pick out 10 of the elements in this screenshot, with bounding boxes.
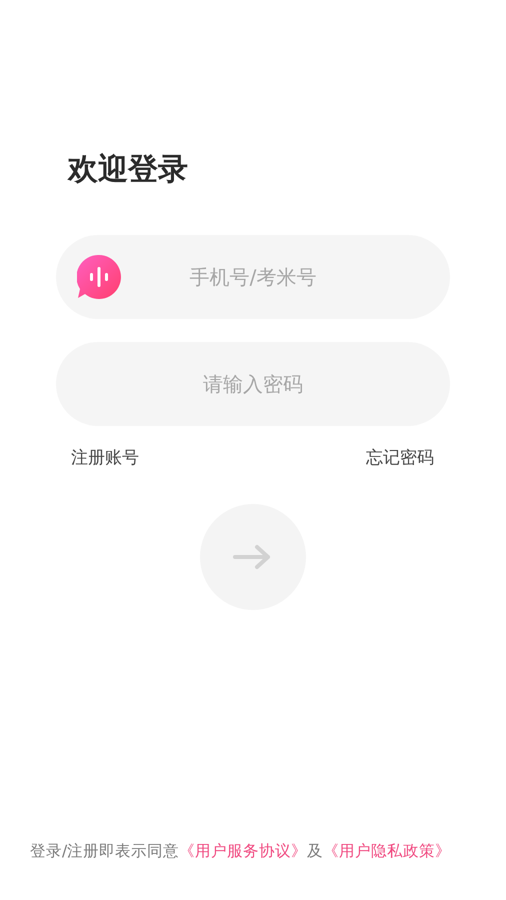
register-link[interactable]: 注册账号 [71, 446, 139, 472]
agreement-link[interactable]: 《用户服务协议》 [179, 842, 308, 860]
forgot-password-link[interactable]: 忘记密码 [366, 446, 434, 472]
voice-bubble-icon [77, 255, 121, 299]
page-title: 欢迎登录 [68, 151, 189, 189]
password-field[interactable]: 请输入密码 [56, 342, 450, 426]
account-field[interactable]: 手机号/考米号 [56, 235, 450, 319]
agreement-link[interactable]: 《用户隐私政策》 [323, 842, 452, 860]
arrow-right-icon [233, 542, 273, 570]
agreement-text: 登录/注册即表示同意《用户服务协议》及《用户隐私政策》 [30, 840, 452, 862]
